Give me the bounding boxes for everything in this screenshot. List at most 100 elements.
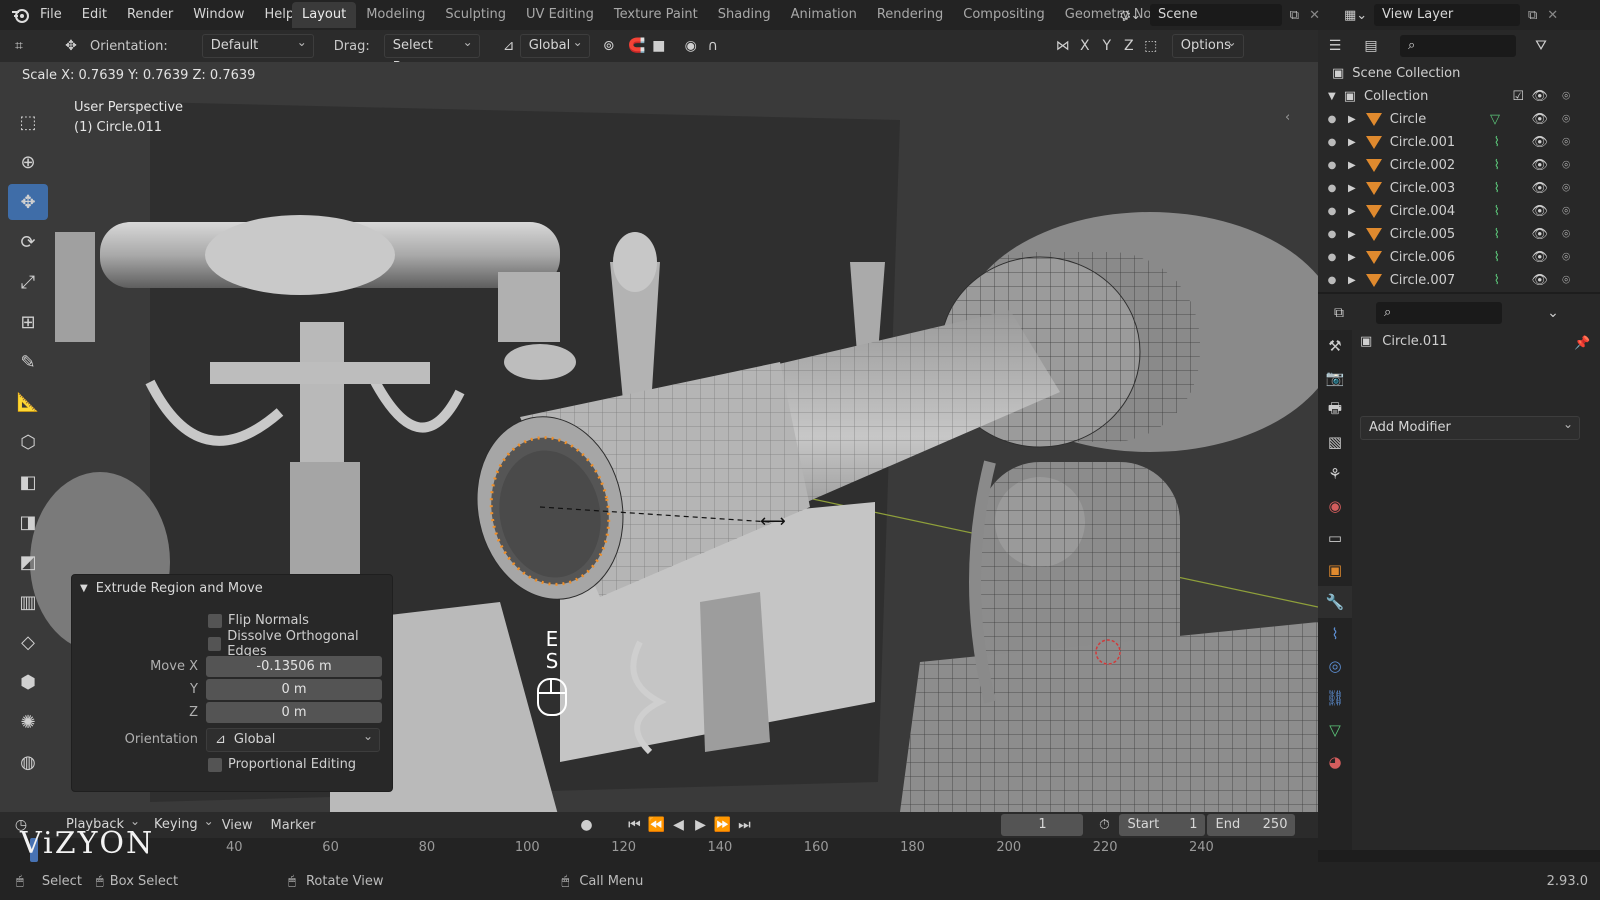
scale-tool-icon[interactable]: ⤢ — [8, 264, 48, 300]
cursor-tool-icon[interactable]: ⊕ — [8, 144, 48, 180]
next-key-icon[interactable]: ⏩ — [711, 814, 733, 836]
tool-tab-icon[interactable]: ⚒ — [1318, 330, 1352, 362]
tab-modeling[interactable]: Modeling — [356, 2, 435, 28]
expand-arrow-icon[interactable]: ▶ — [1348, 183, 1356, 194]
proportional-checkbox[interactable] — [208, 758, 222, 772]
tab-rendering[interactable]: Rendering — [867, 2, 953, 28]
modifier-icon[interactable]: ⌇ — [1494, 158, 1500, 173]
outliner-search-input[interactable]: ⌕ — [1400, 35, 1516, 57]
extrude-tool-icon[interactable]: ◧ — [8, 464, 48, 500]
eye-icon[interactable]: 👁 — [1531, 89, 1548, 104]
new-view-layer-icon[interactable]: ⧉ — [1528, 8, 1537, 23]
snap-icon[interactable]: 🧲 — [626, 35, 648, 57]
bevel-tool-icon[interactable]: ◩ — [8, 544, 48, 580]
particles-tab-icon[interactable]: ⌇ — [1318, 618, 1352, 650]
eye-icon[interactable]: 👁 — [1531, 181, 1548, 196]
camera-icon[interactable]: ⌾ — [1562, 204, 1570, 219]
properties-search-input[interactable]: ⌕ — [1376, 302, 1502, 324]
move-z-field[interactable]: 0 m — [206, 702, 382, 723]
sidebar-toggle-icon[interactable]: ‹ — [1285, 110, 1290, 125]
modifier-icon[interactable]: ⌇ — [1494, 250, 1500, 265]
play-reverse-icon[interactable]: ◀ — [667, 814, 689, 836]
pivot-point-icon[interactable]: ⊚ — [598, 35, 620, 57]
physics-tab-icon[interactable]: ◎ — [1318, 650, 1352, 682]
eye-icon[interactable]: 👁 — [1531, 204, 1548, 219]
expand-arrow-icon[interactable]: ▶ — [1348, 114, 1356, 125]
smooth-tool-icon[interactable]: ◍ — [8, 744, 48, 780]
collection-checkbox[interactable]: ☑ — [1512, 89, 1524, 104]
filter-icon[interactable]: ⛛ — [1530, 35, 1552, 57]
add-modifier-dropdown[interactable]: Add Modifier — [1360, 416, 1580, 440]
menu-edit[interactable]: Edit — [72, 0, 117, 30]
camera-icon[interactable]: ⌾ — [1562, 112, 1570, 127]
constraints-tab-icon[interactable]: ⛓ — [1318, 682, 1352, 714]
eye-icon[interactable]: 👁 — [1531, 112, 1548, 127]
modifier-icon[interactable]: ⌇ — [1494, 135, 1500, 150]
modifier-tab-icon[interactable]: 🔧 — [1318, 586, 1352, 618]
options-dropdown[interactable]: Options — [1172, 34, 1244, 58]
tab-texture-paint[interactable]: Texture Paint — [604, 2, 708, 28]
keying-menu[interactable]: Keying — [146, 814, 220, 836]
orientation-dropdown[interactable]: Default — [202, 34, 314, 58]
expand-arrow-icon[interactable]: ▶ — [1348, 252, 1356, 263]
close-view-layer-icon[interactable]: ✕ — [1547, 8, 1558, 23]
tab-layout[interactable]: Layout — [292, 2, 356, 28]
modifier-icon[interactable]: ⌇ — [1494, 227, 1500, 242]
menu-window[interactable]: Window — [183, 0, 254, 30]
mirror-icon[interactable]: ⋈ — [1052, 35, 1074, 57]
start-frame-field[interactable]: Start1 — [1119, 814, 1205, 836]
tab-compositing[interactable]: Compositing — [953, 2, 1055, 28]
axis-z-toggle[interactable]: Z — [1118, 35, 1140, 57]
timeline-ruler[interactable]: 406080100120140160180200220240 ViZYON — [0, 838, 1318, 862]
view-menu[interactable]: View — [222, 818, 253, 833]
expand-arrow-icon[interactable]: ▼ — [1328, 91, 1336, 102]
stopwatch-icon[interactable]: ⏱ — [1093, 814, 1115, 836]
scene-collection-row[interactable]: ▣ Scene Collection — [1318, 62, 1600, 85]
select-tool-icon[interactable]: ⬚ — [8, 104, 48, 140]
scene-selector[interactable]: ⛭⌄ Scene ⧉ ✕ — [1120, 4, 1320, 26]
collection-tab-icon[interactable]: ▭ — [1318, 522, 1352, 554]
move-x-field[interactable]: -0.13506 m — [206, 656, 382, 677]
eye-icon[interactable]: 👁 — [1531, 273, 1548, 288]
prev-key-icon[interactable]: ⏪ — [645, 814, 667, 836]
measure-tool-icon[interactable]: 📐 — [8, 384, 48, 420]
falloff-icon[interactable]: ∩ — [702, 35, 724, 57]
camera-icon[interactable]: ⌾ — [1562, 181, 1570, 196]
outliner-item[interactable]: ●▶Circle.003⌇👁⌾ — [1318, 177, 1600, 200]
scene-tab-icon[interactable]: ⚘ — [1318, 458, 1352, 490]
outliner-item[interactable]: ●▶Circle.006⌇👁⌾ — [1318, 246, 1600, 269]
rotate-tool-icon[interactable]: ⟳ — [8, 224, 48, 260]
transform-orientation-dropdown[interactable]: Global — [520, 34, 590, 58]
modifier-icon[interactable]: ▽ — [1490, 112, 1500, 127]
properties-editor-icon[interactable]: ⧉ — [1328, 302, 1350, 324]
auto-merge-icon[interactable]: ⬚ — [1140, 35, 1162, 57]
eye-icon[interactable]: 👁 — [1531, 158, 1548, 173]
flip-normals-checkbox[interactable] — [208, 614, 222, 628]
annotate-tool-icon[interactable]: ✎ — [8, 344, 48, 380]
transform-tool-icon[interactable]: ⊞ — [8, 304, 48, 340]
tab-animation[interactable]: Animation — [781, 2, 867, 28]
poly-build-tool-icon[interactable]: ⬢ — [8, 664, 48, 700]
expand-arrow-icon[interactable]: ▶ — [1348, 229, 1356, 240]
outliner-item[interactable]: ●▶Circle.002⌇👁⌾ — [1318, 154, 1600, 177]
proportional-edit-icon[interactable]: ◉ — [680, 35, 702, 57]
current-frame-field[interactable]: 1 — [1001, 814, 1083, 836]
eye-icon[interactable]: 👁 — [1531, 227, 1548, 242]
outliner-item[interactable]: ●▶Circle.001⌇👁⌾ — [1318, 131, 1600, 154]
expand-arrow-icon[interactable]: ▶ — [1348, 137, 1356, 148]
knife-tool-icon[interactable]: ◇ — [8, 624, 48, 660]
expand-arrow-icon[interactable]: ▶ — [1348, 275, 1356, 286]
camera-icon[interactable]: ⌾ — [1562, 135, 1570, 150]
world-tab-icon[interactable]: ◉ — [1318, 490, 1352, 522]
operator-orientation-dropdown[interactable]: ⊿Global — [206, 728, 380, 752]
view-layer-selector[interactable]: ▦⌄ View Layer ⧉ ✕ — [1344, 4, 1594, 26]
blender-logo-icon[interactable] — [10, 6, 30, 24]
camera-icon[interactable]: ⌾ — [1562, 227, 1570, 242]
axis-y-toggle[interactable]: Y — [1096, 35, 1118, 57]
expand-arrow-icon[interactable]: ▶ — [1348, 160, 1356, 171]
outliner-item[interactable]: ●▶Circle.005⌇👁⌾ — [1318, 223, 1600, 246]
inset-tool-icon[interactable]: ◨ — [8, 504, 48, 540]
menu-render[interactable]: Render — [117, 0, 183, 30]
tab-sculpting[interactable]: Sculpting — [435, 2, 516, 28]
move-tool-icon[interactable]: ✥ — [8, 184, 48, 220]
